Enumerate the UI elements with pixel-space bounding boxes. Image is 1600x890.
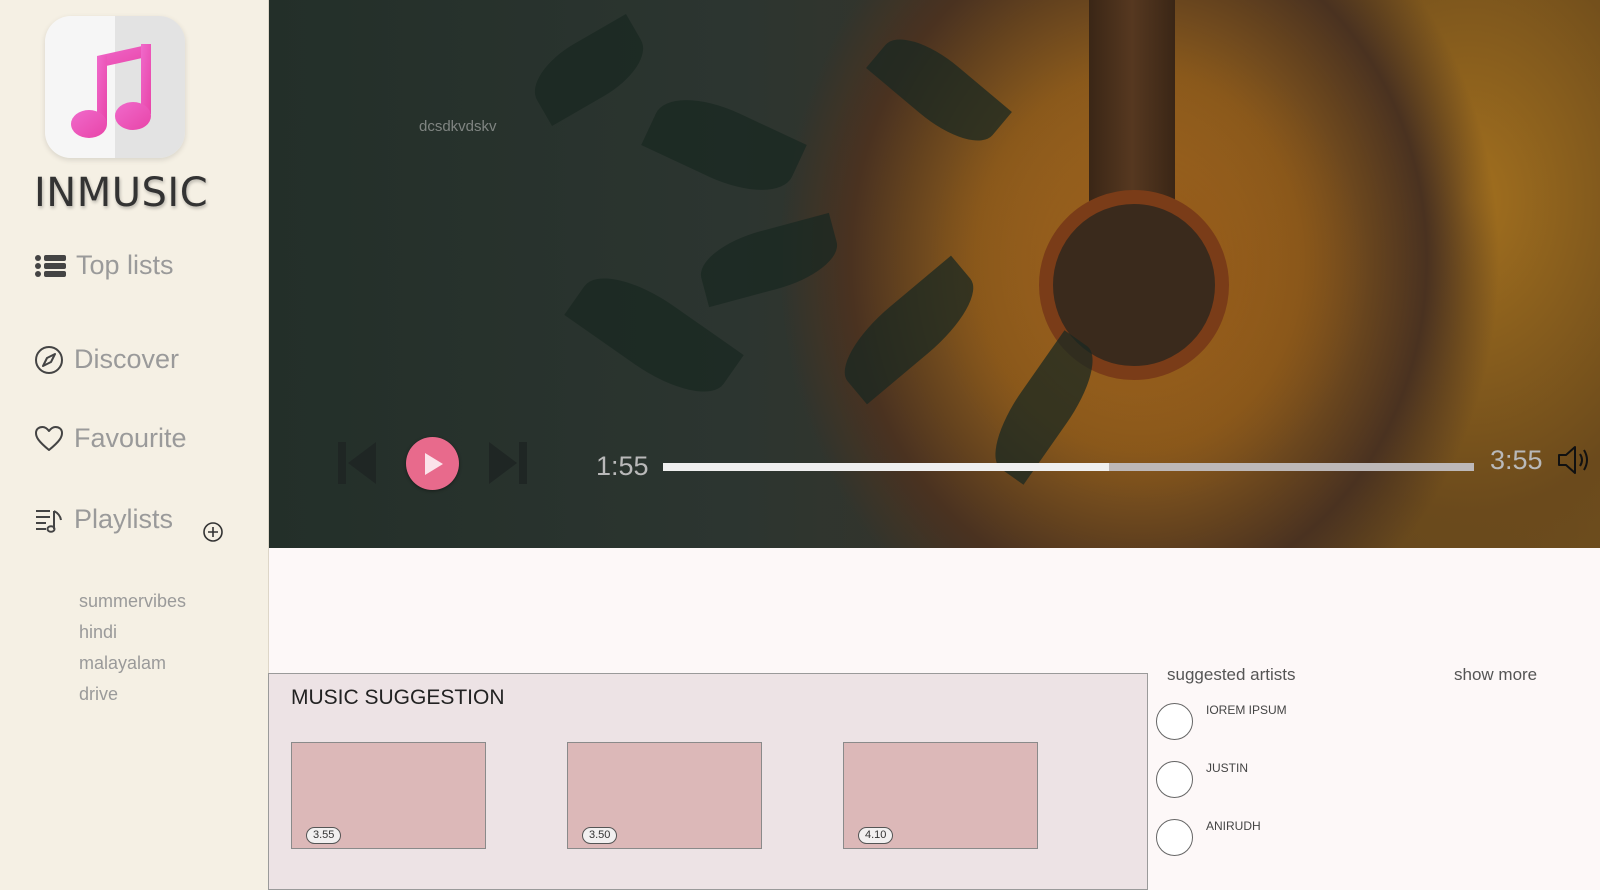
play-icon — [424, 452, 443, 475]
playlist-item[interactable]: drive — [79, 682, 186, 713]
card-duration: 3.55 — [306, 827, 342, 844]
next-button[interactable] — [487, 440, 527, 490]
now-playing-hero: dcsdkvdskv 1:55 3:55 — [269, 0, 1600, 548]
nav-discover[interactable]: Discover — [34, 344, 179, 375]
music-suggestion-title: MUSIC SUGGESTION — [291, 686, 505, 709]
list-icon — [35, 254, 66, 277]
skip-next-icon — [489, 442, 527, 484]
skip-previous-icon — [338, 442, 376, 484]
card-duration: 3.50 — [582, 827, 618, 844]
play-button[interactable] — [406, 437, 459, 490]
nav-discover-label: Discover — [74, 344, 180, 374]
background-leaf — [866, 22, 1012, 158]
suggestion-card[interactable]: 3.55 — [291, 742, 486, 849]
suggested-artists-title: suggested artists — [1167, 665, 1296, 684]
watermark-text: dcsdkvdskv — [419, 118, 497, 135]
background-leaf — [978, 330, 1110, 485]
card-duration: 4.10 — [858, 827, 894, 844]
playlist-item[interactable]: summervibes — [79, 589, 186, 620]
background-leaf — [641, 81, 807, 209]
speaker-icon — [1558, 446, 1588, 474]
artist-avatar — [1156, 819, 1193, 856]
heart-icon — [35, 425, 63, 451]
background-image-guitar — [1089, 0, 1175, 215]
playlist-item[interactable]: hindi — [79, 620, 186, 651]
current-time: 1:55 — [596, 451, 649, 481]
app-logo[interactable] — [45, 16, 185, 158]
artist-avatar — [1156, 703, 1193, 740]
sidebar: INMUSIC Top lists Discover Favourite Pla… — [0, 0, 269, 890]
playlist-list: summervibes hindi malayalam drive — [79, 589, 186, 713]
nav-top-lists[interactable]: Top lists — [34, 250, 174, 281]
plus-circle-icon — [203, 522, 223, 542]
nav-playlists-label: Playlists — [74, 504, 174, 534]
show-more-link[interactable]: show more — [1454, 665, 1537, 685]
nav-playlists[interactable]: Playlists — [34, 504, 173, 535]
nav-favourite[interactable]: Favourite — [34, 423, 187, 454]
playlist-item[interactable]: malayalam — [79, 651, 186, 682]
nav-top-lists-label: Top lists — [76, 250, 174, 280]
background-leaf — [693, 212, 845, 308]
progress-bar[interactable] — [663, 463, 1474, 471]
music-suggestion-panel: MUSIC SUGGESTION 3.55 3.50 4.10 — [268, 673, 1148, 890]
suggestion-card[interactable]: 3.50 — [567, 742, 762, 849]
suggestion-card[interactable]: 4.10 — [843, 742, 1038, 849]
app-title: INMUSIC — [34, 170, 209, 216]
add-playlist-button[interactable] — [202, 521, 224, 547]
artist-avatar — [1156, 761, 1193, 798]
artist-name: JUSTIN — [1206, 761, 1248, 775]
artist-name: IOREM IPSUM — [1206, 703, 1287, 717]
compass-icon — [35, 345, 63, 374]
background-leaf — [828, 255, 990, 405]
volume-button[interactable] — [1557, 444, 1591, 480]
artist-name: ANIRUDH — [1206, 819, 1261, 833]
playlist-icon — [36, 509, 62, 533]
music-note-icon — [71, 44, 151, 138]
previous-button[interactable] — [338, 440, 378, 490]
progress-fill — [663, 463, 1110, 471]
nav-favourite-label: Favourite — [74, 423, 187, 453]
total-time: 3:55 — [1490, 445, 1543, 475]
background-leaf — [522, 14, 656, 126]
